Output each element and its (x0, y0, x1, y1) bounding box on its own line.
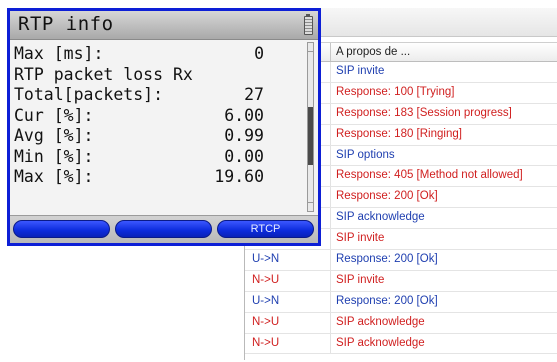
rtp-stat-label: Avg [%]: (14, 126, 94, 145)
direction-cell: N->U (245, 333, 331, 354)
softkey-bar: RTCP (10, 215, 318, 243)
rtp-stat-label: Min [%]: (14, 146, 94, 166)
message-cell: Response: 405 [Method not allowed] (336, 169, 523, 182)
rtp-stat-label: Max [%]: (14, 167, 94, 186)
rtp-stat-line: Max [ms]: 0 (14, 44, 264, 65)
scroll-up-icon[interactable] (308, 43, 313, 52)
column-header-about[interactable]: A propos de ... (331, 43, 557, 61)
message-cell: SIP acknowledge (336, 315, 425, 328)
message-cell: SIP invite (336, 273, 385, 286)
scroll-down-icon[interactable] (308, 202, 313, 211)
direction-cell: U->N (245, 291, 331, 312)
rtp-stat-value: 0.99 (224, 126, 264, 145)
rtp-stat-line: Avg [%]: 0.99 (14, 126, 264, 147)
rtp-stat-label: RTP packet loss Rx (14, 64, 193, 84)
message-cell: Response: 183 [Session progress] (336, 106, 512, 119)
rtp-stat-line: Max [%]: 19.60 (14, 167, 264, 188)
softkey-rtcp[interactable]: RTCP (217, 220, 314, 238)
message-cell: Response: 200 [Ok] (336, 294, 438, 307)
table-row[interactable]: U->N Response: 200 [Ok] (245, 250, 557, 271)
scroll-thumb[interactable] (308, 107, 313, 165)
rtp-stat-line: Total[packets]: 27 (14, 85, 264, 106)
rtp-stat-label: Cur [%]: (14, 105, 94, 125)
rtp-titlebar: RTP info (10, 11, 318, 40)
rtp-stat-value: 19.60 (214, 167, 264, 186)
rtp-stats-list: Max [ms]: 0 RTP packet loss Rx Total[packet… (14, 44, 264, 188)
rtp-stat-line: Cur [%]: 6.00 (14, 106, 264, 127)
softkey-middle[interactable] (115, 220, 212, 238)
message-cell: SIP acknowledge (336, 211, 425, 224)
softkey-left[interactable] (13, 220, 110, 238)
battery-icon (304, 14, 313, 35)
message-cell: SIP options (336, 148, 395, 161)
direction-cell: N->U (245, 312, 331, 333)
message-cell: Response: 200 [Ok] (336, 190, 438, 203)
message-cell: SIP invite (336, 232, 385, 245)
rtp-stat-value: 0.00 (224, 146, 264, 166)
rtp-info-window: RTP info Max [ms]: 0 RTP packet loss Rx Tot… (7, 8, 321, 246)
rtp-stat-value: 27 (244, 85, 264, 104)
table-row[interactable]: U->N Response: 200 [Ok] (245, 291, 557, 313)
rtp-stat-line: RTP packet loss Rx (14, 65, 264, 86)
table-row[interactable]: N->U SIP invite (245, 270, 557, 292)
table-row[interactable]: N->U SIP acknowledge (245, 312, 557, 334)
rtp-stat-line: Min [%]: 0.00 (14, 147, 264, 168)
message-cell: SIP invite (336, 65, 385, 77)
rtp-stat-label: Total[packets]: (14, 85, 164, 104)
message-cell: Response: 180 [Ringing] (336, 127, 462, 140)
rtp-title: RTP info (18, 13, 114, 35)
message-cell: SIP acknowledge (336, 336, 425, 349)
table-row[interactable]: N->U SIP acknowledge (245, 333, 557, 355)
message-cell: Response: 200 [Ok] (336, 253, 438, 266)
rtp-stat-label: Max [ms]: (14, 44, 104, 63)
rtp-scrollbar[interactable] (307, 42, 314, 212)
rtp-stat-value: 6.00 (224, 105, 264, 125)
rtp-stat-value: 0 (254, 44, 264, 63)
message-cell: Response: 100 [Trying] (336, 85, 455, 98)
rtp-content: Max [ms]: 0 RTP packet loss Rx Total[packet… (10, 40, 318, 215)
direction-cell: N->U (245, 270, 331, 291)
direction-cell: U->N (245, 250, 331, 270)
